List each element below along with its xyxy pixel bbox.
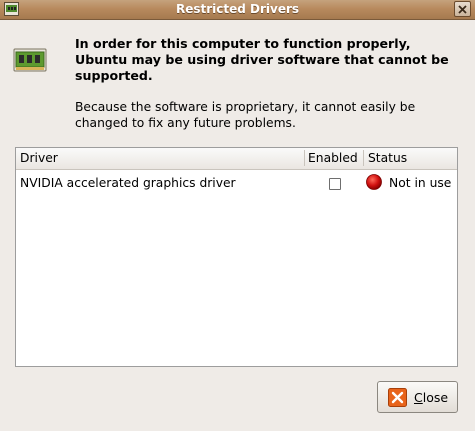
close-button[interactable]: Close (377, 381, 458, 413)
status-red-dot-icon (366, 174, 382, 190)
column-header-enabled[interactable]: Enabled (308, 151, 358, 165)
status-text: Not in use (389, 176, 452, 190)
window-title: Restricted Drivers (175, 2, 300, 16)
close-button-label: Close (414, 390, 449, 405)
table-header: Driver Enabled Status (16, 148, 457, 170)
close-icon (388, 388, 407, 407)
enabled-checkbox[interactable] (329, 178, 341, 190)
close-icon (458, 5, 467, 14)
column-separator (363, 150, 364, 166)
column-header-status[interactable]: Status (368, 151, 407, 165)
hardware-chip-icon (13, 48, 47, 72)
column-separator (304, 150, 305, 166)
title-bar[interactable]: Restricted Drivers (0, 0, 475, 20)
secondary-message: Because the software is proprietary, it … (75, 100, 416, 130)
primary-message: In order for this computer to function p… (75, 36, 449, 83)
table-row[interactable]: NVIDIA accelerated graphics driver Not i… (16, 171, 457, 193)
window-close-button[interactable] (454, 1, 471, 17)
column-header-driver[interactable]: Driver (20, 151, 58, 165)
driver-name: NVIDIA accelerated graphics driver (20, 176, 236, 190)
drivers-table[interactable]: Driver Enabled Status NVIDIA accelerated… (15, 147, 458, 367)
